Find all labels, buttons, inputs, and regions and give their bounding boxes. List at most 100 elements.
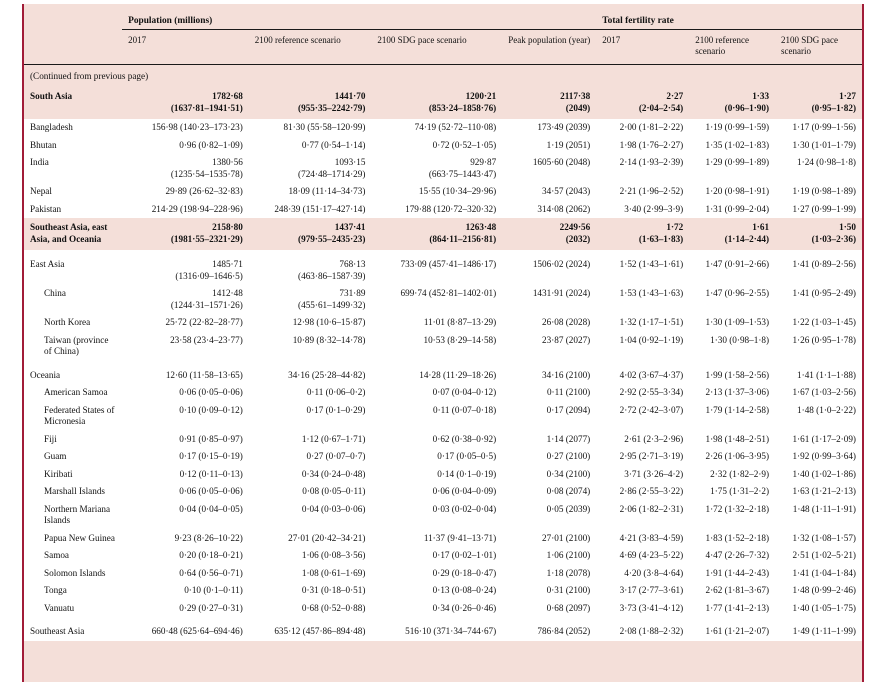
cell-pop-2100-sdg: 11·01 (8·87–13·29)	[371, 314, 503, 332]
row-label: Federated States of Micronesia	[24, 401, 123, 431]
cell-tfr-2100-reference: 1·83 (1·52–2·18)	[689, 529, 776, 548]
cell-tfr-2100-reference: 1·91 (1·44–2·43)	[689, 564, 776, 583]
table-row: East Asia 1485·71 (1316·09–1646·5) 768·13 (4…	[24, 250, 862, 286]
row-label: American Samoa	[24, 384, 123, 402]
cell-pop-2100-reference: 248·39 (151·17–427·14)	[248, 200, 372, 219]
cell-peak-population: 27·01 (2100)	[502, 529, 597, 548]
cell-pop-2017: 0·20 (0·18–0·21)	[122, 547, 249, 565]
cell-tfr-2017: 4·21 (3·83–4·59)	[596, 529, 690, 548]
region-row: Southeast Asia, east Asia, and Oceania 21…	[24, 218, 862, 251]
cell-pop-2017: 214·29 (198·94–228·96)	[122, 200, 249, 219]
cell-tfr-2100-sdg: 1·22 (1·03–1·45)	[775, 314, 862, 332]
header-col-tfr-2100-reference: 2100 reference scenario	[689, 29, 776, 65]
table-row: Bangladesh 156·98 (140·23–173·23) 81·30 (5…	[24, 119, 862, 137]
cell-tfr-2017: 3·71 (3·26–4·2)	[596, 465, 690, 484]
cell-pop-2100-reference: 1437·41 (979·55–2435·23)	[248, 218, 372, 251]
header-col-peak-population: Peak population (year)	[502, 29, 597, 65]
header-col-name	[24, 29, 123, 65]
table-row: North Korea 25·72 (22·82–28·77) 12·98 (10·…	[24, 314, 862, 332]
cell-tfr-2100-reference: 1·29 (0·99–1·89)	[689, 154, 776, 184]
cell-peak-population: 23·87 (2027)	[502, 331, 597, 361]
cell-pop-2100-sdg: 699·74 (452·81–1402·01)	[371, 285, 503, 315]
cell-tfr-2017: 3·73 (3·41–4·12)	[596, 599, 690, 618]
cell-pop-2100-sdg: 0·62 (0·38–0·92)	[371, 430, 503, 449]
table-row: Pakistan 214·29 (198·94–228·96) 248·39 (15…	[24, 200, 862, 219]
cell-tfr-2100-reference: 1·20 (0·98–1·91)	[689, 183, 776, 201]
cell-tfr-2100-reference: 1·19 (0·99–1·59)	[689, 119, 776, 137]
cell-tfr-2017: 3·17 (2·77–3·61)	[596, 582, 690, 600]
header-spacer-cell	[24, 4, 123, 30]
cell-pop-2100-sdg: 14·28 (11·29–18·26)	[371, 360, 503, 385]
cell-pop-2017: 0·04 (0·04–0·05)	[122, 500, 249, 530]
cell-peak-population: 2117·38 (2049)	[502, 87, 597, 120]
cell-pop-2100-reference: 10·89 (8·32–14·78)	[248, 331, 372, 361]
cell-tfr-2017: 2·14 (1·93–2·39)	[596, 154, 690, 184]
cell-tfr-2100-reference: 1·61 (1·21–2·07)	[689, 617, 776, 641]
cell-pop-2017: 0·06 (0·05–0·06)	[122, 483, 249, 501]
cell-tfr-2100-sdg: 1·17 (0·99–1·56)	[775, 119, 862, 137]
cell-pop-2100-sdg: 0·34 (0·26–0·46)	[371, 599, 503, 618]
table-row: Bhutan 0·96 (0·82–1·09) 0·77 (0·54–1·14) 0·…	[24, 136, 862, 155]
header-col-pop-2100-sdg: 2100 SDG pace scenario	[371, 29, 503, 65]
row-label: Southeast Asia	[24, 617, 123, 641]
cell-pop-2100-sdg: 0·13 (0·08–0·24)	[371, 582, 503, 600]
cell-tfr-2100-reference: 1·47 (0·96–2·55)	[689, 285, 776, 315]
cell-peak-population: 0·05 (2039)	[502, 500, 597, 530]
cell-tfr-2100-sdg: 1·61 (1·17–2·09)	[775, 430, 862, 449]
cell-pop-2100-sdg: 15·55 (10·34–29·96)	[371, 183, 503, 201]
cell-pop-2017: 29·89 (26·62–32·83)	[122, 183, 249, 201]
cell-tfr-2017: 2·00 (1·81–2·22)	[596, 119, 690, 137]
row-label: South Asia	[24, 87, 123, 120]
cell-pop-2017: 0·64 (0·56–0·71)	[122, 564, 249, 583]
cell-pop-2100-reference: 0·31 (0·18–0·51)	[248, 582, 372, 600]
row-label: East Asia	[24, 250, 123, 286]
cell-tfr-2100-reference: 1·35 (1·02–1·83)	[689, 136, 776, 155]
cell-tfr-2100-sdg: 1·49 (1·11–1·99)	[775, 617, 862, 641]
header-col-tfr-2100-sdg: 2100 SDG pace scenario	[775, 29, 862, 65]
row-label: Marshall Islands	[24, 483, 123, 501]
cell-pop-2100-sdg: 0·07 (0·04–0·12)	[371, 384, 503, 402]
cell-peak-population: 2249·56 (2032)	[502, 218, 597, 251]
cell-tfr-2100-reference: 4·47 (2·26–7·32)	[689, 547, 776, 565]
table-row: Fiji 0·91 (0·85–0·97) 1·12 (0·67–1·71) 0·62…	[24, 430, 862, 449]
cell-tfr-2100-reference: 2·32 (1·82–2·9)	[689, 465, 776, 484]
cell-peak-population: 0·11 (2100)	[502, 384, 597, 402]
cell-tfr-2017: 4·69 (4·23–5·22)	[596, 547, 690, 565]
row-label: Oceania	[24, 360, 123, 385]
cell-tfr-2100-reference: 1·79 (1·14–2·58)	[689, 401, 776, 431]
header-group-fertility: Total fertility rate	[596, 4, 862, 30]
cell-tfr-2017: 2·08 (1·88–2·32)	[596, 617, 690, 641]
cell-peak-population: 1·14 (2077)	[502, 430, 597, 449]
cell-pop-2017: 0·06 (0·05–0·06)	[122, 384, 249, 402]
cell-tfr-2100-sdg: 1·67 (1·03–2·56)	[775, 384, 862, 402]
cell-tfr-2100-reference: 2·62 (1·81–3·67)	[689, 582, 776, 600]
cell-peak-population: 1431·91 (2024)	[502, 285, 597, 315]
cell-tfr-2017: 1·04 (0·92–1·19)	[596, 331, 690, 361]
cell-pop-2100-reference: 0·68 (0·52–0·88)	[248, 599, 372, 618]
cell-tfr-2100-reference: 1·30 (0·98–1·8)	[689, 331, 776, 361]
cell-peak-population: 26·08 (2028)	[502, 314, 597, 332]
cell-tfr-2017: 2·72 (2·42–3·07)	[596, 401, 690, 431]
table-row: Marshall Islands 0·06 (0·05–0·06) 0·08 (0·…	[24, 483, 862, 501]
cell-peak-population: 1506·02 (2024)	[502, 250, 597, 286]
cell-pop-2100-reference: 731·89 (455·61–1499·32)	[248, 285, 372, 315]
cell-pop-2100-sdg: 11·37 (9·41–13·71)	[371, 529, 503, 548]
header-group-population: Population (millions)	[122, 4, 597, 30]
cell-pop-2017: 1412·48 (1244·31–1571·26)	[122, 285, 249, 315]
table-row: Oceania 12·60 (11·58–13·65) 34·16 (25·28–4…	[24, 360, 862, 385]
header-col-pop-2100-reference: 2100 reference scenario	[248, 29, 372, 65]
cell-pop-2100-sdg: 0·11 (0·07–0·18)	[371, 401, 503, 431]
row-label: Guam	[24, 448, 123, 466]
cell-tfr-2100-sdg: 1·24 (0·98–1·8)	[775, 154, 862, 184]
cell-pop-2100-sdg: 516·10 (371·34–744·67)	[371, 617, 503, 641]
cell-peak-population: 0·08 (2074)	[502, 483, 597, 501]
cell-pop-2100-reference: 0·08 (0·05–0·11)	[248, 483, 372, 501]
cell-pop-2017: 25·72 (22·82–28·77)	[122, 314, 249, 332]
cell-peak-population: 0·17 (2094)	[502, 401, 597, 431]
cell-tfr-2100-reference: 1·75 (1·31–2·2)	[689, 483, 776, 501]
cell-pop-2017: 0·12 (0·11–0·13)	[122, 465, 249, 484]
cell-pop-2100-reference: 27·01 (20·42–34·21)	[248, 529, 372, 548]
cell-pop-2017: 0·10 (0·1–0·11)	[122, 582, 249, 600]
cell-pop-2100-sdg: 74·19 (52·72–110·08)	[371, 119, 503, 137]
cell-tfr-2017: 4·02 (3·67–4·37)	[596, 360, 690, 385]
